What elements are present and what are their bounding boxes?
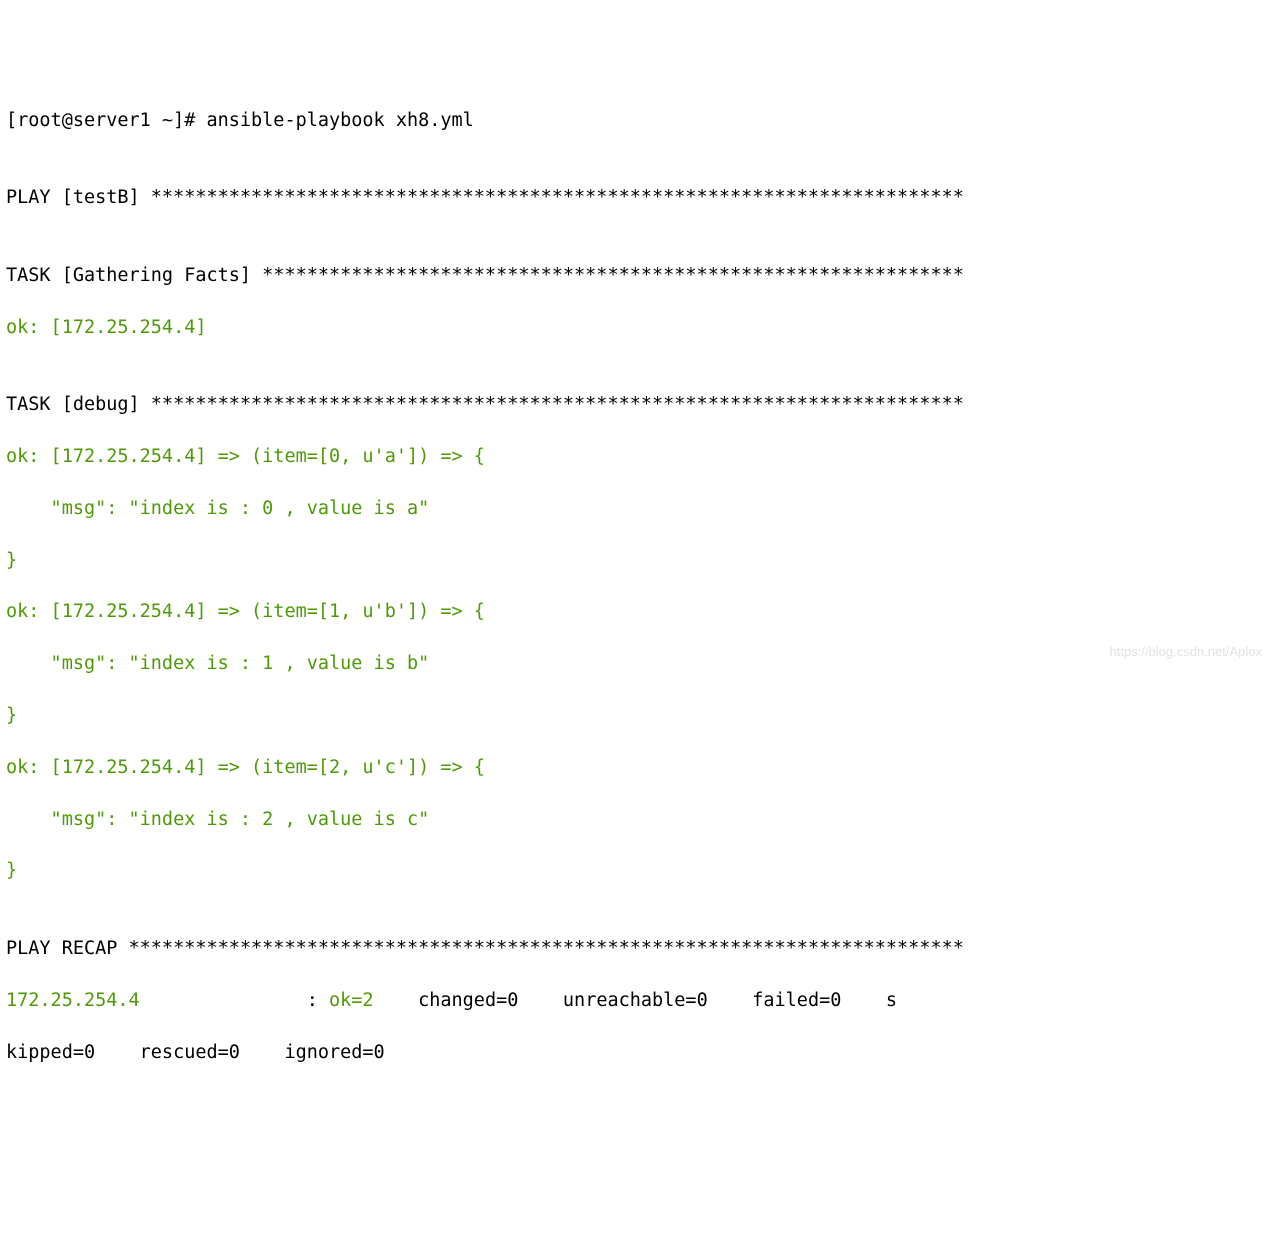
debug-item-0-line3: } [6,548,1274,574]
recap-rest-1: changed=0 unreachable=0 failed=0 s [407,990,897,1011]
play-recap-header: PLAY RECAP *****************************… [6,936,1274,962]
task-gathering-facts-header: TASK [Gathering Facts] *****************… [6,263,1274,289]
debug-item-2-line1: ok: [172.25.254.4] => (item=[2, u'c']) =… [6,755,1274,781]
shell-prompt: [root@server1 ~]# ansible-playbook xh8.y… [6,108,1274,134]
debug-item-1-line3: } [6,703,1274,729]
task-gathering-facts-ok: ok: [172.25.254.4] [6,315,1274,341]
recap-host: 172.25.254.4 [6,990,140,1011]
debug-item-0-line2: "msg": "index is : 0 , value is a" [6,496,1274,522]
debug-item-0-line1: ok: [172.25.254.4] => (item=[0, u'a']) =… [6,444,1274,470]
recap-ok: ok=2 [329,990,407,1011]
watermark: https://blog.csdn.net/Aplox [1110,643,1262,661]
recap-separator: : [140,990,329,1011]
play-header: PLAY [testB] ***************************… [6,185,1274,211]
debug-item-2-line2: "msg": "index is : 2 , value is c" [6,807,1274,833]
recap-line-1: 172.25.254.4 : ok=2 changed=0 unreachabl… [6,988,1274,1014]
debug-item-1-line2: "msg": "index is : 1 , value is b" [6,651,1274,677]
debug-item-1-line1: ok: [172.25.254.4] => (item=[1, u'b']) =… [6,599,1274,625]
task-debug-header: TASK [debug] ***************************… [6,392,1274,418]
recap-rest-2: kipped=0 rescued=0 ignored=0 [6,1040,1274,1066]
debug-item-2-line3: } [6,858,1274,884]
